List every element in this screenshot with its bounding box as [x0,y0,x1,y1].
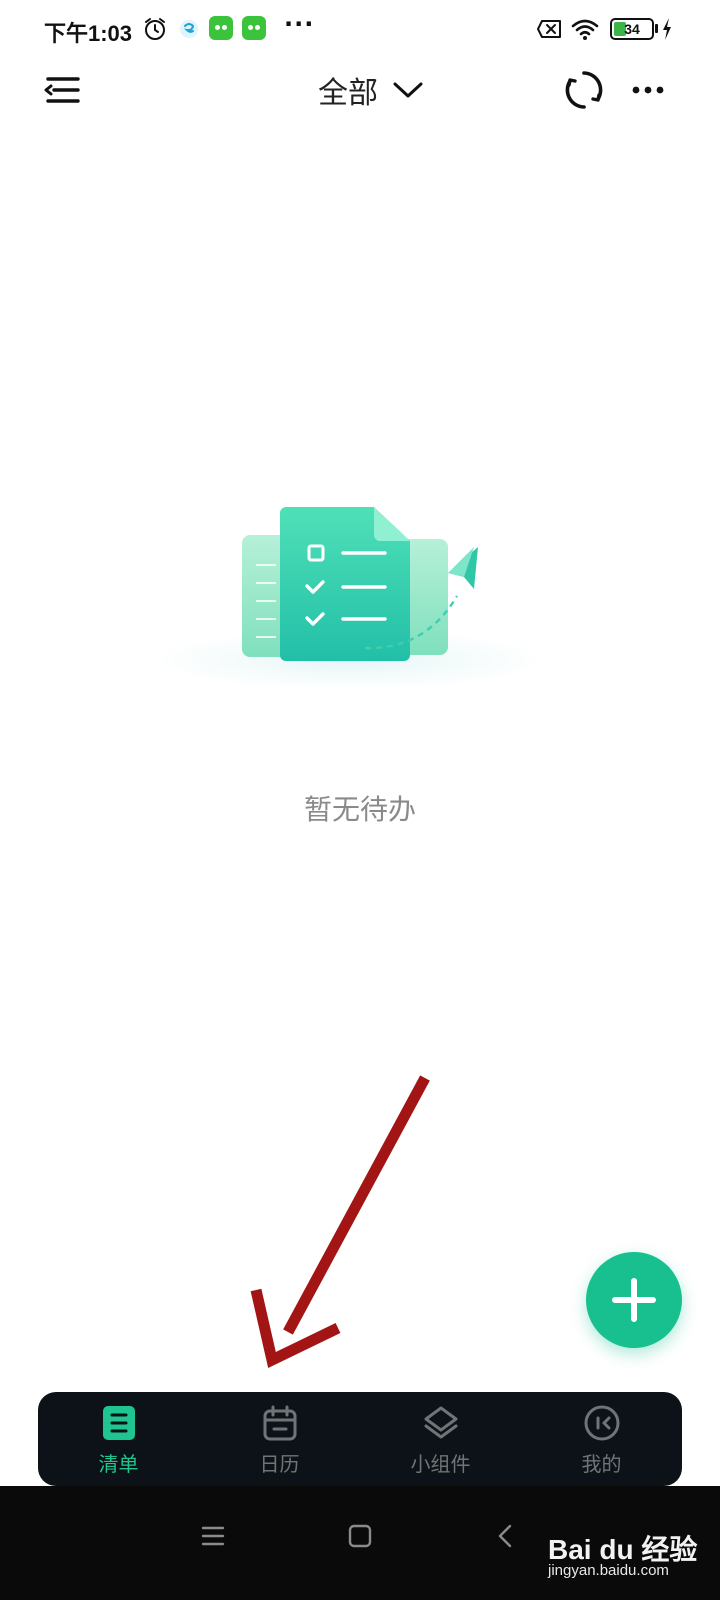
menu-collapse-icon[interactable] [40,70,84,110]
tab-profile-label: 我的 [581,1452,622,1476]
home-icon[interactable] [340,1516,380,1556]
app-notification-icon [180,20,198,38]
checklist-paper-plane-illustration [155,507,545,685]
profile-icon [584,1405,619,1441]
list-icon [102,1406,135,1440]
more-horizontal-icon[interactable] [628,68,672,112]
back-icon[interactable] [486,1516,526,1556]
baidu-jingyan-watermark: Bai du 经验 jingyan.baidu.com [548,1528,698,1588]
bottom-navigation: 清单 日历 小组件 我的 [38,1392,682,1486]
more-notifications-icon: ··· [284,10,315,38]
watermark-url: jingyan.baidu.com [548,1562,669,1579]
sim-x-icon [537,20,561,38]
annotation-arrow-icon [250,1075,430,1368]
list-filter-dropdown[interactable]: 全部 [318,68,424,112]
tab-widgets[interactable]: 小组件 [360,1392,521,1486]
battery-percentage: 34 [624,21,640,37]
layers-icon [424,1406,457,1439]
tab-calendar[interactable]: 日历 [199,1392,360,1486]
status-time: 下午1:03 [44,21,133,46]
tab-widgets-label: 小组件 [410,1452,471,1476]
add-task-button[interactable] [586,1252,682,1348]
app-badge-icon [209,16,233,40]
battery-icon: 34 [610,18,654,40]
app-badge-icon [242,16,266,40]
app-header: 全部 [0,60,720,120]
empty-state-message: 暂无待办 [303,793,416,826]
sync-icon[interactable] [562,68,606,112]
calendar-icon [263,1405,296,1441]
tab-calendar-label: 日历 [259,1452,300,1476]
status-bar: 下午1:03 ··· 34 [0,0,720,60]
tab-profile[interactable]: 我的 [521,1392,682,1486]
charging-icon [663,18,671,40]
tab-list[interactable]: 清单 [38,1392,199,1486]
chevron-down-icon [393,82,423,98]
plus-icon [612,1278,656,1322]
wifi-icon [571,19,599,40]
recent-apps-icon[interactable] [193,1516,233,1556]
alarm-icon [145,18,165,40]
page-title: 全部 [318,76,378,111]
battery-cap [655,24,658,33]
tab-list-label: 清单 [98,1452,139,1476]
